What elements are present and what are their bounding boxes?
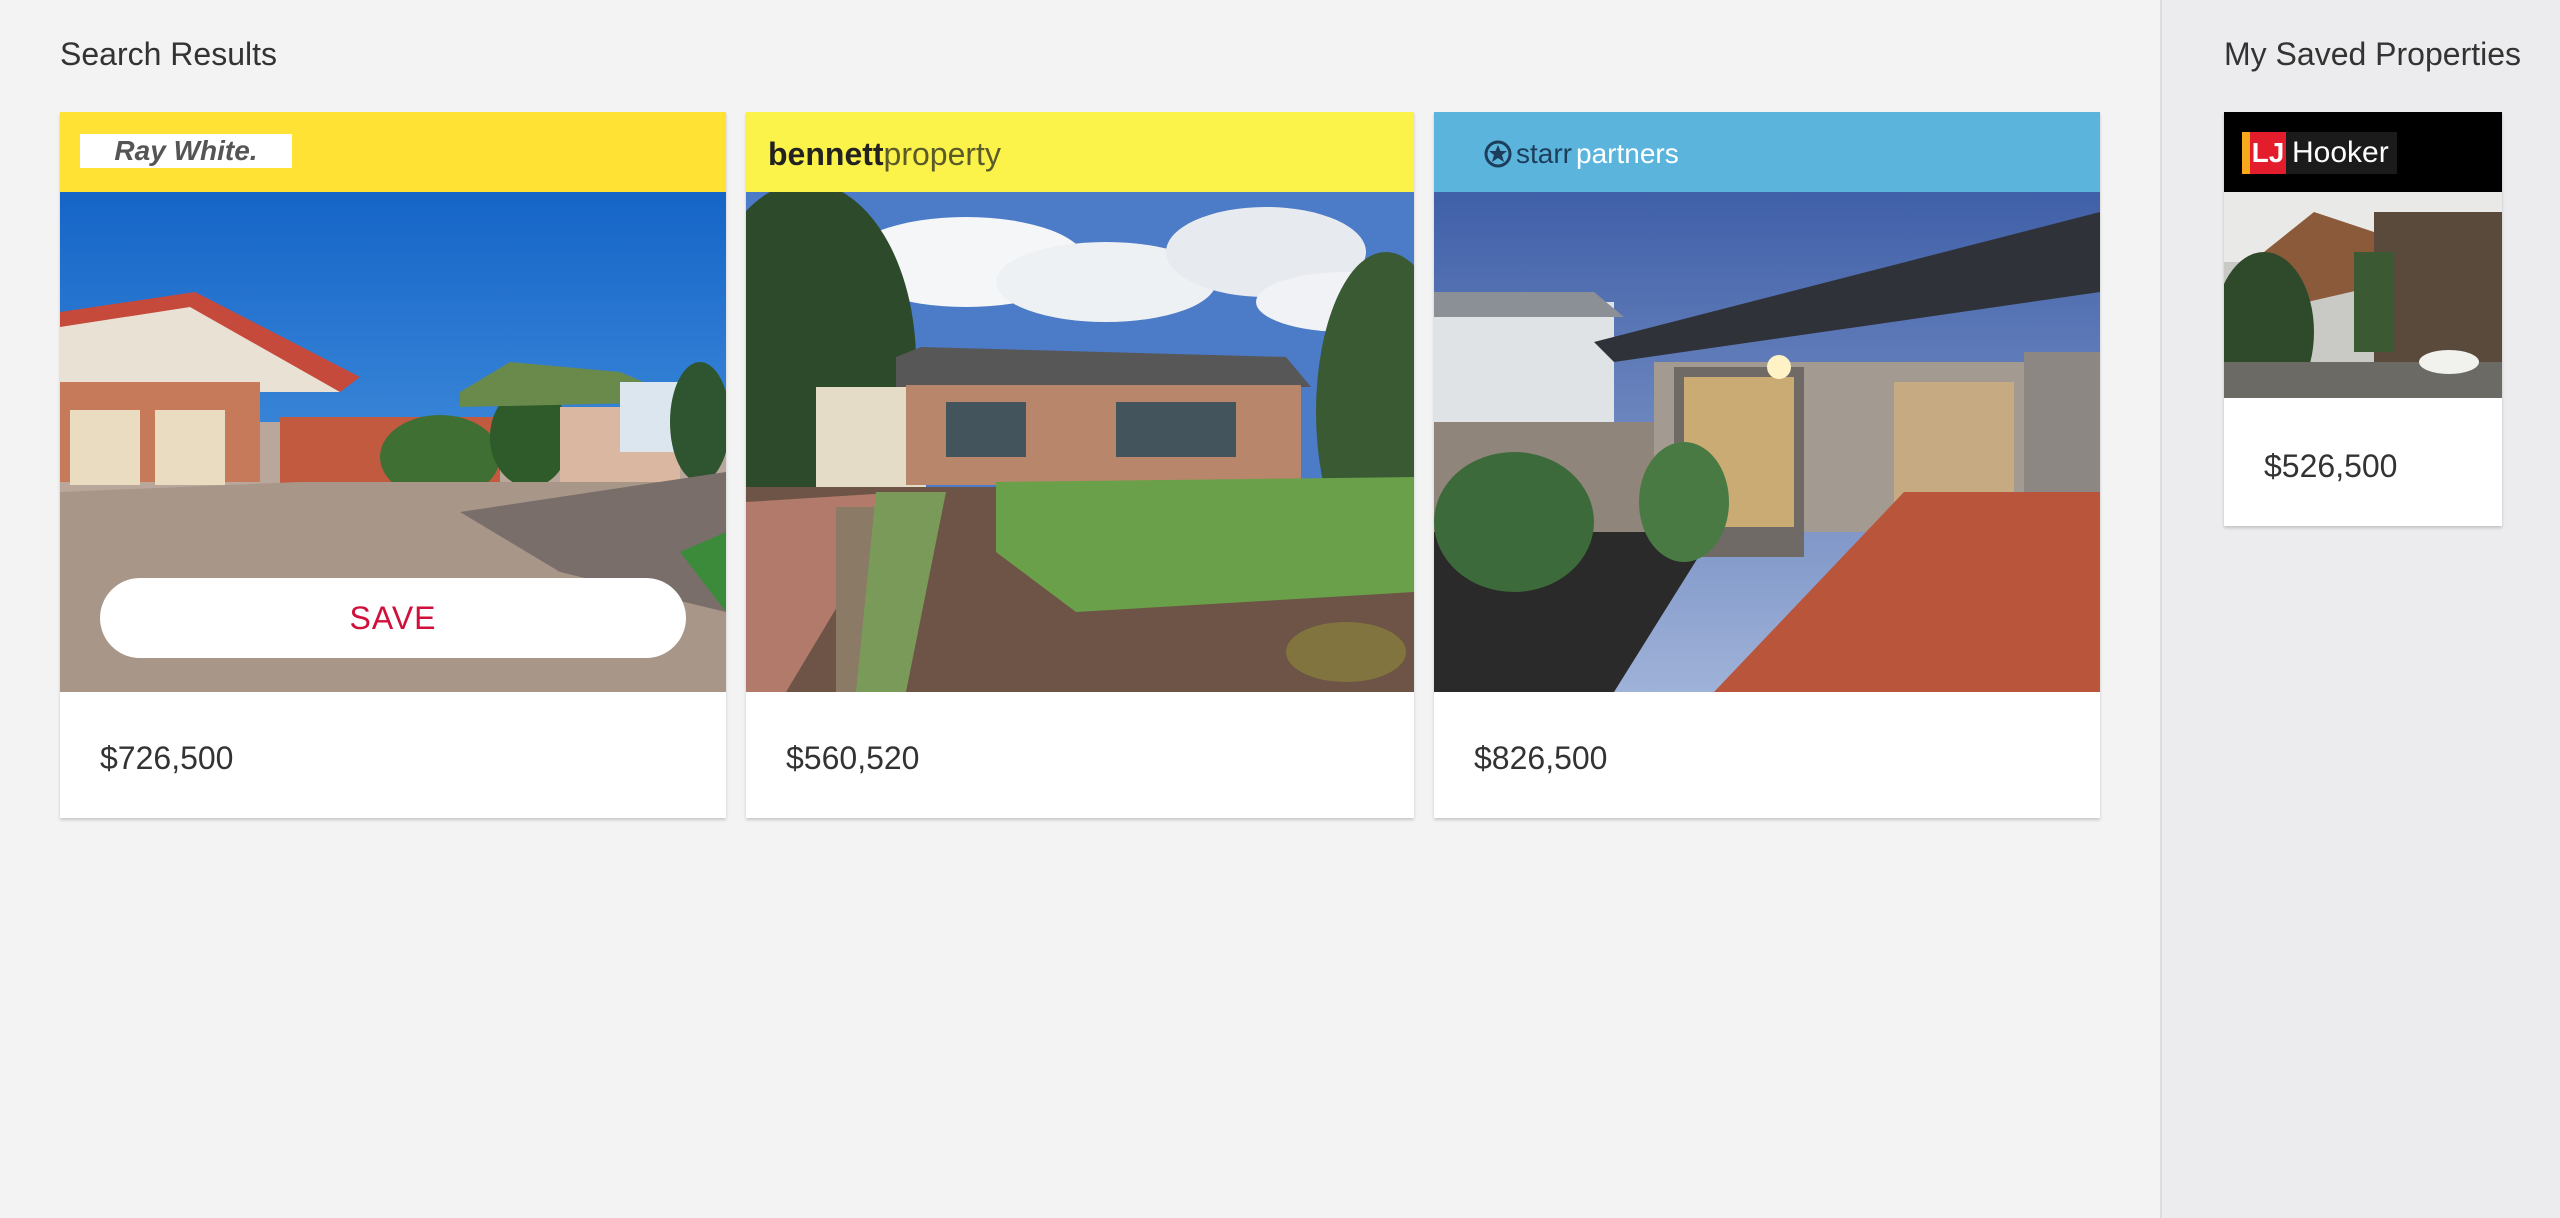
saved-properties-panel: My Saved Properties LJ Hooker $526,500	[2160, 0, 2560, 1218]
property-card[interactable]: Ray White. SAVE $726,500	[60, 112, 726, 818]
property-price: $560,520	[786, 740, 920, 776]
property-price: $826,500	[1474, 740, 1608, 776]
agency-banner: Ray White.	[60, 112, 726, 192]
property-price: $726,500	[100, 740, 234, 776]
property-photo	[2224, 192, 2502, 398]
saved-properties-title: My Saved Properties	[2224, 36, 2522, 72]
agency-banner: LJ Hooker	[2224, 112, 2502, 192]
starr-partners-logo: starr partners	[1484, 138, 1679, 170]
star-icon	[1484, 140, 1512, 168]
lj-hooker-logo: LJ Hooker	[2242, 132, 2397, 174]
logo-text-starr: starr	[1516, 138, 1572, 169]
saved-property-card[interactable]: LJ Hooker $526,500	[2224, 112, 2502, 526]
search-results-section: Search Results Ray White. SAVE $726,500 …	[0, 0, 2160, 1218]
ray-white-logo: Ray White.	[80, 134, 292, 168]
property-card[interactable]: starr partners $826,500	[1434, 112, 2100, 818]
logo-text-hooker: Hooker	[2292, 136, 2389, 169]
logo-text-partners: partners	[1576, 138, 1679, 169]
agency-banner: starr partners	[1434, 112, 2100, 192]
search-results-title: Search Results	[60, 36, 277, 72]
agency-banner: bennettproperty	[746, 112, 1414, 192]
logo-text-lj: LJ	[2242, 132, 2286, 174]
saved-property-price: $526,500	[2264, 448, 2398, 484]
bennett-property-logo: bennettproperty	[768, 136, 1001, 173]
property-card[interactable]: bennettproperty $560,520	[746, 112, 1414, 818]
logo-text-light: property	[883, 136, 1001, 172]
property-photo	[746, 192, 1414, 692]
save-button[interactable]: SAVE	[100, 578, 686, 658]
property-photo	[1434, 192, 2100, 692]
logo-text-bold: bennett	[768, 136, 884, 172]
